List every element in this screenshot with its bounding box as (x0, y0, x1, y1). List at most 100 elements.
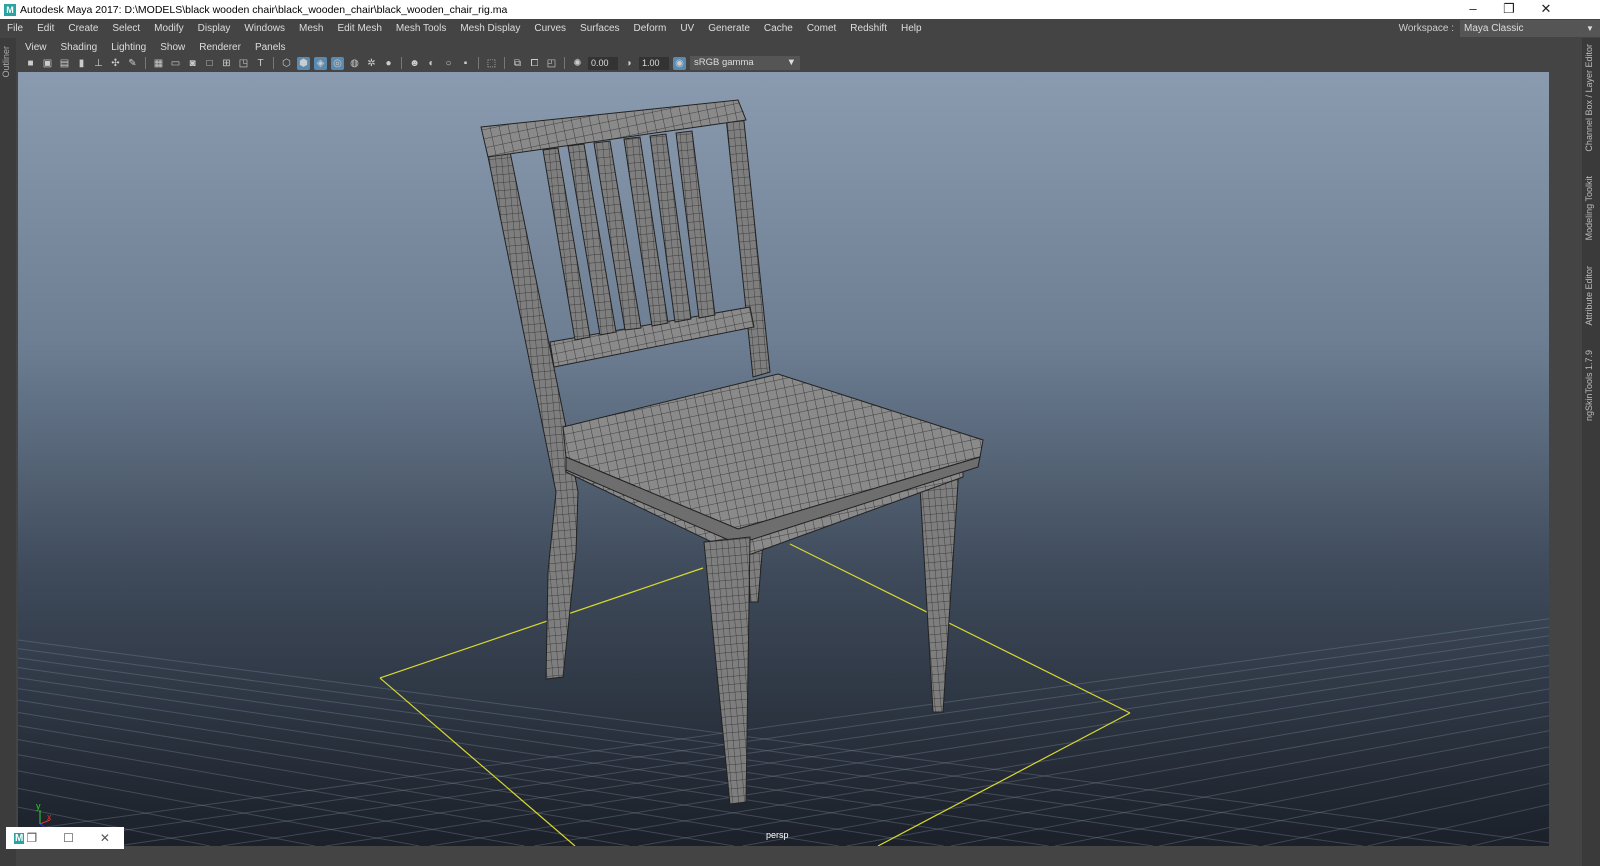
panel-menu-panels[interactable]: Panels (248, 42, 293, 53)
grid-line (221, 644, 1549, 846)
menu-redshift[interactable]: Redshift (843, 23, 894, 34)
panel-toolbar: ■ ▣ ▤ ▮ ⊥ ✣ ✎ ▦ ▭ ◙ □ ⊞ ◳ T ⬡ ⬢ ◈ ◎ ◍ ✲ … (18, 54, 1549, 72)
minimized-window[interactable]: M ❐ ☐ ✕ (6, 827, 124, 849)
ambient-occlusion-icon[interactable]: ◐ (425, 57, 438, 70)
field-chart-icon[interactable]: ⊞ (220, 57, 233, 70)
grid-line (742, 701, 1549, 846)
panel-menu-view[interactable]: View (18, 42, 54, 53)
menu-surfaces[interactable]: Surfaces (573, 23, 626, 34)
panel-menu-lighting[interactable]: Lighting (104, 42, 153, 53)
axis-x-label: x (47, 812, 52, 822)
divider (564, 57, 565, 69)
divider (478, 57, 479, 69)
bookmark-camera-icon[interactable]: ▤ (58, 57, 71, 70)
attribute-editor-tab[interactable]: Attribute Editor (1584, 266, 1594, 326)
light-icon[interactable]: ✲ (365, 57, 378, 70)
chevron-down-icon[interactable]: ▼ (1580, 20, 1600, 37)
menu-mesh[interactable]: Mesh (292, 23, 330, 34)
main-menu-bar: File Edit Create Select Modify Display W… (0, 19, 1600, 38)
maximize-icon[interactable]: ☐ (63, 831, 74, 845)
panel-menu-bar: View Shading Lighting Show Renderer Pane… (18, 40, 1549, 54)
channel-box-tab[interactable]: Channel Box / Layer Editor (1584, 44, 1594, 152)
menu-windows[interactable]: Windows (237, 23, 292, 34)
menu-modify[interactable]: Modify (147, 23, 190, 34)
grid-line (429, 665, 1549, 846)
gamma-icon[interactable]: ◑ (622, 57, 635, 70)
exposure-icon[interactable]: ✺ (571, 57, 584, 70)
camera-attributes-icon[interactable]: ▣ (41, 57, 54, 70)
use-all-lights-icon[interactable]: ◍ (348, 57, 361, 70)
chair-back-leg-right (725, 111, 771, 378)
outliner-tab[interactable]: Outliner (1, 46, 11, 78)
menu-display[interactable]: Display (191, 23, 238, 34)
grease-pencil-icon[interactable]: ✎ (126, 57, 139, 70)
menu-file[interactable]: File (0, 23, 30, 34)
chair-model (480, 99, 984, 805)
chair-top-rail (480, 99, 747, 158)
menu-generate[interactable]: Generate (701, 23, 757, 34)
xray-joints-icon[interactable]: ⧉ (511, 57, 524, 70)
workspace-value[interactable]: Maya Classic (1460, 20, 1580, 37)
divider (273, 57, 274, 69)
xray-icon[interactable]: ☻ (408, 57, 421, 70)
isolate-select-icon[interactable]: ⬚ (485, 57, 498, 70)
maya-logo-icon: M (14, 832, 25, 844)
grid-line (18, 618, 1549, 832)
modeling-toolkit-tab[interactable]: Modeling Toolkit (1584, 176, 1594, 240)
gate-mask-icon[interactable]: □ (203, 57, 216, 70)
panel-menu-renderer[interactable]: Renderer (192, 42, 248, 53)
color-management-icon[interactable]: ◉ (673, 56, 686, 70)
menu-cache[interactable]: Cache (757, 23, 800, 34)
restore-icon[interactable]: ❐ (26, 831, 37, 845)
workspace-label: Workspace : (1398, 23, 1454, 34)
motion-blur-icon[interactable]: ○ (442, 57, 455, 70)
camera-icon[interactable]: ■ (24, 57, 37, 70)
2d-pan-zoom-icon[interactable]: ✣ (109, 57, 122, 70)
grid-icon[interactable]: ▦ (152, 57, 165, 70)
close-button[interactable]: ✕ (1528, 0, 1564, 19)
wireframe-on-shaded-icon[interactable]: ◈ (314, 56, 327, 70)
gamma-input[interactable]: 1.00 (639, 56, 669, 70)
image-plane-icon[interactable]: ⊥ (92, 57, 105, 70)
ngskintools-tab[interactable]: ngSkinTools 1.7.9 (1584, 350, 1594, 421)
maya-logo-icon: M (4, 3, 16, 16)
wireframe-icon[interactable]: ⬡ (280, 57, 293, 70)
menu-create[interactable]: Create (61, 23, 105, 34)
antialiasing-icon[interactable]: ▪ (459, 57, 472, 70)
panel-menu-shading[interactable]: Shading (54, 42, 105, 53)
close-icon[interactable]: ✕ (100, 831, 110, 845)
minimize-button[interactable]: – (1455, 0, 1491, 19)
menu-select[interactable]: Select (105, 23, 147, 34)
menu-mesh-display[interactable]: Mesh Display (453, 23, 527, 34)
shadows-icon[interactable]: ● (382, 57, 395, 70)
safe-action-icon[interactable]: ◳ (237, 57, 250, 70)
divider (401, 57, 402, 69)
grid-line (1471, 827, 1549, 846)
menu-mesh-tools[interactable]: Mesh Tools (389, 23, 453, 34)
film-gate-icon[interactable]: ▭ (169, 57, 182, 70)
menu-uv[interactable]: UV (673, 23, 701, 34)
restore-button[interactable]: ❐ (1491, 0, 1527, 19)
bookmark-icon[interactable]: ▮ (75, 57, 88, 70)
ground-grid (18, 618, 1549, 846)
exposure-input[interactable]: 0.00 (588, 56, 618, 70)
smooth-shade-icon[interactable]: ⬢ (297, 56, 310, 70)
panel-menu-show[interactable]: Show (153, 42, 192, 53)
color-space-dropdown[interactable]: sRGB gamma ▼ (690, 56, 800, 70)
menu-edit[interactable]: Edit (30, 23, 61, 34)
menu-comet[interactable]: Comet (800, 23, 843, 34)
menu-edit-mesh[interactable]: Edit Mesh (330, 23, 388, 34)
resolution-gate-icon[interactable]: ◙ (186, 57, 199, 70)
workspace-selector[interactable]: Workspace : Maya Classic ▼ (1399, 19, 1600, 38)
chair-slats (542, 130, 716, 341)
left-tab-strip: Outliner (0, 38, 16, 866)
menu-curves[interactable]: Curves (527, 23, 573, 34)
grid-line (18, 657, 1363, 846)
safe-title-icon[interactable]: T (254, 57, 267, 70)
menu-deform[interactable]: Deform (627, 23, 674, 34)
xray-active-icon[interactable]: ⧠ (528, 57, 541, 70)
menu-help[interactable]: Help (894, 23, 929, 34)
textured-icon[interactable]: ◎ (331, 56, 344, 70)
hud-icon[interactable]: ◰ (545, 57, 558, 70)
perspective-viewport[interactable]: y x persp (18, 72, 1549, 846)
